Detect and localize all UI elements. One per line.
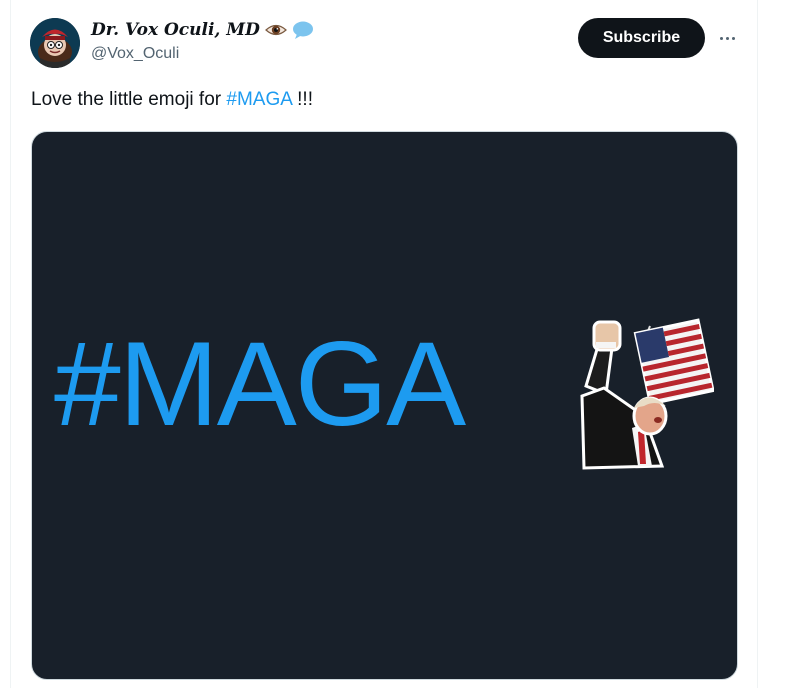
media-hashtag-text: #MAGA bbox=[54, 317, 466, 451]
avatar[interactable] bbox=[30, 18, 80, 68]
tweet-text-before: Love the little emoji for bbox=[31, 89, 227, 110]
right-divider bbox=[757, 0, 758, 688]
fist-pump-flag-emoji bbox=[574, 316, 715, 476]
tweet-text-after: !!! bbox=[291, 89, 313, 110]
more-options-icon[interactable] bbox=[712, 26, 742, 50]
display-name[interactable]: Dr. Vox Oculi, MD bbox=[91, 20, 260, 40]
speech-bubble-icon bbox=[292, 20, 314, 40]
left-divider bbox=[10, 0, 11, 688]
tweet-card: Dr. Vox Oculi, MD @Vox_Oculi Subscribe L… bbox=[0, 0, 797, 688]
author-handle[interactable]: @Vox_Oculi bbox=[91, 45, 179, 63]
hashtag-link[interactable]: #MAGA bbox=[226, 89, 291, 110]
tweet-text: Love the little emoji for #MAGA !!! bbox=[31, 89, 313, 111]
eye-icon bbox=[264, 20, 287, 40]
subscribe-button[interactable]: Subscribe bbox=[578, 18, 705, 58]
tweet-media-image[interactable]: #MAGA bbox=[31, 131, 738, 680]
author-name-row[interactable]: Dr. Vox Oculi, MD bbox=[91, 18, 314, 42]
